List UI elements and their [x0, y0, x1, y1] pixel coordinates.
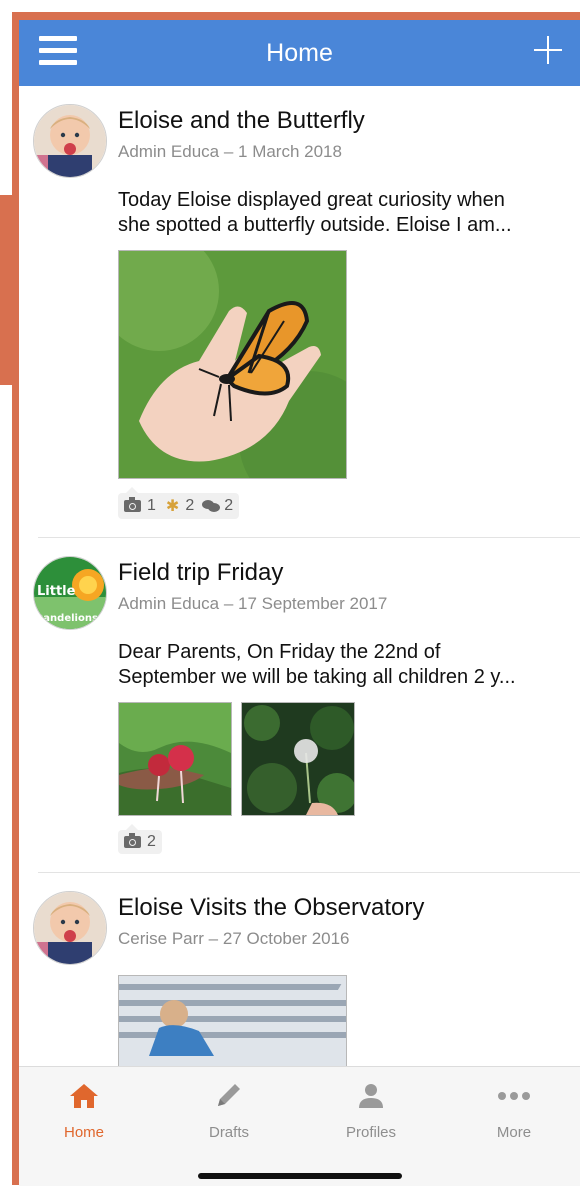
pencil-icon — [218, 1084, 240, 1106]
home-icon — [70, 1084, 98, 1108]
tab-label: Profiles — [345, 1124, 397, 1141]
bottom-tab-bar: Home Drafts Profiles More — [19, 1066, 580, 1186]
page-title: Home — [266, 38, 333, 67]
award-icon: ✱ — [165, 498, 180, 515]
post-text-line1: Today Eloise displayed great curiosity w… — [118, 189, 505, 211]
tab-label: Drafts — [208, 1124, 249, 1141]
avatar-logo-line1: Little — [37, 584, 76, 599]
post-meta: Admin Educa – 17 September 2017 — [118, 594, 388, 613]
photo-count: 2 — [147, 833, 156, 850]
tab-drafts[interactable]: Drafts — [184, 1081, 274, 1141]
post-item[interactable]: Eloise and the Butterfly Admin Educa – 1… — [33, 86, 580, 538]
post-text-line2: she spotted a butterfly outside. Eloise … — [118, 214, 512, 236]
post-item[interactable]: Eloise Visits the Observatory Cerise Par… — [33, 873, 580, 1066]
plus-icon[interactable] — [534, 36, 562, 64]
tab-more[interactable]: More — [469, 1081, 559, 1141]
app-header: Home — [19, 20, 580, 86]
photo-count: 1 — [147, 497, 156, 514]
post-photo[interactable] — [118, 975, 347, 1066]
more-dots-icon — [498, 1092, 530, 1100]
home-indicator[interactable] — [198, 1173, 402, 1179]
post-photo[interactable] — [118, 702, 232, 816]
award-count: 2 — [185, 497, 195, 514]
post-stats: 1 ✱ 2 2 — [118, 487, 240, 519]
post-text-line1: Dear Parents, On Friday the 22nd of — [118, 641, 441, 663]
post-item[interactable]: Little Dandelions Field trip Friday Admi… — [33, 538, 580, 873]
frame-left — [12, 12, 19, 1185]
camera-icon — [124, 833, 141, 848]
avatar: Little Dandelions — [33, 556, 107, 630]
post-text-line2: September we will be taking all children… — [118, 666, 516, 688]
comment-count: 2 — [224, 497, 234, 514]
post-meta: Cerise Parr – 27 October 2016 — [118, 929, 350, 948]
camera-icon — [124, 497, 141, 512]
frame-strip — [0, 195, 12, 385]
post-meta: Admin Educa – 1 March 2018 — [118, 142, 342, 161]
avatar-logo-line2: Dandelions — [35, 613, 98, 624]
person-icon — [359, 1084, 383, 1108]
tab-profiles[interactable]: Profiles — [326, 1081, 416, 1141]
post-stats: 2 — [118, 824, 162, 854]
tab-label: More — [496, 1124, 532, 1141]
post-title[interactable]: Eloise and the Butterfly — [118, 106, 560, 136]
tab-home[interactable]: Home — [39, 1081, 129, 1141]
post-feed[interactable]: Eloise and the Butterfly Admin Educa – 1… — [19, 86, 580, 1066]
post-title[interactable]: Field trip Friday — [118, 558, 560, 588]
post-photo[interactable] — [118, 250, 347, 479]
frame-top — [0, 0, 580, 20]
hamburger-icon[interactable] — [39, 36, 77, 70]
comment-icon — [202, 500, 221, 512]
avatar — [33, 104, 107, 178]
post-photo[interactable] — [241, 702, 355, 816]
tab-label: Home — [63, 1124, 104, 1141]
post-title[interactable]: Eloise Visits the Observatory — [118, 893, 560, 923]
avatar — [33, 891, 107, 965]
